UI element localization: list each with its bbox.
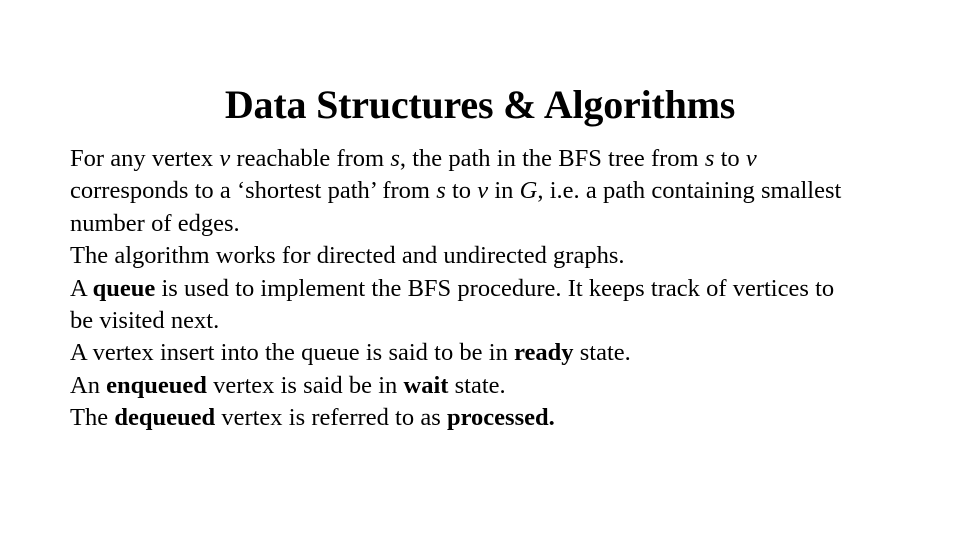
emphasis-italic: s: [704, 145, 715, 172]
text-run: vertex is said be in: [206, 371, 404, 399]
text-run: corresponds to a ‘shortest path’ from: [70, 177, 437, 205]
paragraph-queue-implements-bfs: A queue is used to implement the BFS pro…: [70, 273, 862, 338]
text-run: For any vertex: [70, 145, 220, 172]
emphasis-bold: queue: [92, 274, 156, 302]
paragraph-wait-state: An enqueued vertex is said be in wait st…: [70, 370, 862, 402]
text-run: The: [70, 404, 115, 432]
text-run: , the path in the BFS tree from: [399, 145, 705, 172]
text-run: is used to implement the BFS procedure. …: [70, 274, 835, 335]
slide-body: For any vertex v reachable from s, the p…: [70, 143, 862, 435]
emphasis-italic: v: [219, 145, 231, 172]
emphasis-italic: v: [745, 145, 757, 172]
text-run: reachable from: [230, 145, 391, 172]
text-run: state.: [448, 371, 506, 399]
emphasis-italic: v: [477, 177, 489, 205]
text-run: vertex is referred to as: [215, 404, 447, 432]
page-title: Data Structures & Algorithms: [224, 81, 736, 127]
emphasis-italic: s: [390, 145, 400, 172]
text-run: state.: [573, 339, 631, 367]
paragraph-directed-undirected: The algorithm works for directed and und…: [70, 240, 862, 272]
text-run: The algorithm works for directed and und…: [70, 242, 625, 270]
emphasis-italic: G: [519, 177, 538, 205]
text-run: A vertex insert into the queue is said t…: [70, 339, 515, 367]
text-run: in: [488, 177, 520, 205]
emphasis-bold: enqueued: [106, 371, 207, 399]
paragraph-processed-state: The dequeued vertex is referred to as pr…: [70, 402, 862, 434]
paragraph-bfs-shortest-path: For any vertex v reachable from s, the p…: [70, 143, 862, 240]
emphasis-italic: s: [436, 177, 446, 205]
slide-canvas: Data Structures & Algorithms For any ver…: [0, 0, 960, 540]
paragraph-ready-state: A vertex insert into the queue is said t…: [70, 337, 862, 369]
emphasis-bold: dequeued: [114, 404, 216, 432]
text-run: to: [445, 177, 478, 205]
text-run: A: [70, 274, 93, 302]
emphasis-bold: processed.: [446, 404, 555, 432]
emphasis-bold: ready: [514, 339, 574, 367]
text-run: to: [714, 145, 746, 172]
text-run: An: [70, 371, 107, 399]
emphasis-bold: wait: [403, 371, 449, 399]
